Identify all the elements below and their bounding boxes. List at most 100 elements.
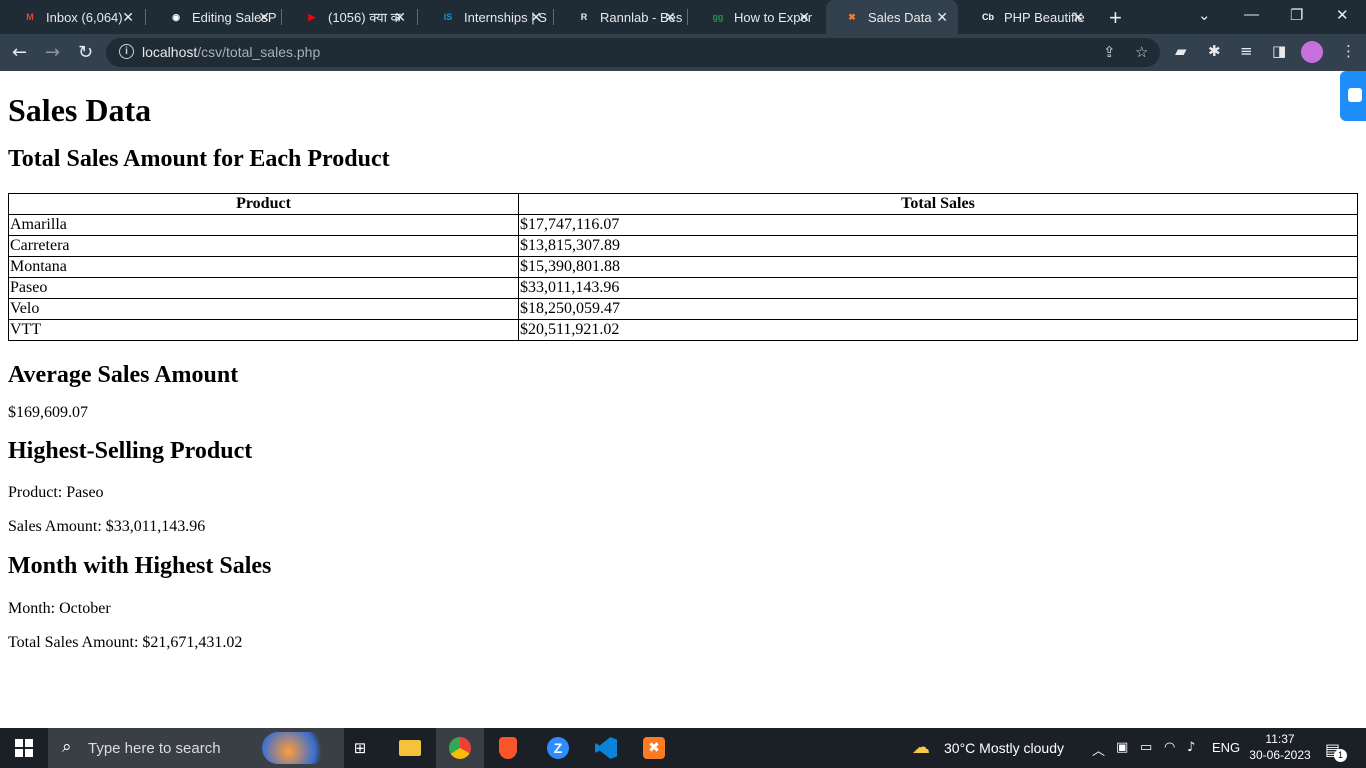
sales-cell: $20,511,921.02 xyxy=(518,319,1358,341)
tab-title: Inbox (6,064) xyxy=(46,9,123,25)
header-total-sales: Total Sales xyxy=(518,193,1358,215)
browser-tab[interactable]: M Inbox (6,064) ✕ xyxy=(4,0,144,34)
search-highlight-icon xyxy=(262,732,328,764)
sales-cell: $15,390,801.88 xyxy=(518,256,1358,278)
github-icon: ◉ xyxy=(172,11,180,22)
browser-tab-bar: M Inbox (6,064) ✕ ◉ Editing SalesP ✕ ▶ (1056) क… xyxy=(0,0,1366,34)
puzzle-extensions-icon[interactable]: ✱ xyxy=(1208,42,1221,60)
highest-month-heading: Month with Highest Sales xyxy=(8,553,272,579)
browser-toolbar: ← → ↻ i localhost/csv/total_sales.php ⇪ … xyxy=(0,34,1366,71)
browser-tab[interactable]: R Rannlab - Bes ✕ xyxy=(558,0,686,34)
header-product: Product xyxy=(8,193,519,215)
close-tab-icon[interactable]: ✕ xyxy=(258,9,270,26)
forward-icon[interactable]: → xyxy=(45,42,60,63)
browser-tab[interactable]: gg How to Expor ✕ xyxy=(692,0,820,34)
bookmark-star-icon[interactable]: ☆ xyxy=(1135,43,1148,61)
xampp-icon: ✖ xyxy=(848,11,856,22)
clock[interactable]: 11:37 30-06-2023 xyxy=(1246,731,1314,763)
minimize-button[interactable]: — xyxy=(1244,6,1259,23)
average-sales-heading: Average Sales Amount xyxy=(8,362,239,388)
extension-icon[interactable]: ▰ xyxy=(1175,42,1187,60)
windows-taskbar: ⌕ Type here to search ⊞ Z ✖ ☁ 30°C Mostl… xyxy=(0,728,1366,768)
chrome-taskbar-icon[interactable] xyxy=(436,728,484,768)
zoom-icon[interactable]: Z xyxy=(540,728,576,768)
close-window-button[interactable]: ✕ xyxy=(1336,6,1349,24)
windows-start-button[interactable] xyxy=(0,728,48,768)
weather-icon: ☁ xyxy=(912,737,930,758)
profile-avatar[interactable] xyxy=(1301,41,1323,63)
brave-icon[interactable] xyxy=(490,728,526,768)
highest-product-text: Product: Paseo xyxy=(8,484,104,501)
geeksforgeeks-icon: gg xyxy=(712,12,724,22)
windows-logo-icon xyxy=(15,739,33,757)
close-tab-icon[interactable]: ✕ xyxy=(664,9,676,26)
site-info-icon[interactable]: i xyxy=(119,44,134,59)
menu-dots-icon[interactable]: ⋮ xyxy=(1341,42,1356,60)
browser-tab[interactable]: ◉ Editing SalesP ✕ xyxy=(150,0,280,34)
browser-tab[interactable]: IS Internships | S ✕ xyxy=(422,0,552,34)
wifi-icon[interactable]: ◠ xyxy=(1164,740,1175,755)
clock-date: 30-06-2023 xyxy=(1249,748,1311,762)
volume-icon[interactable]: ♪ xyxy=(1187,740,1195,755)
side-panel-icon[interactable]: ◨ xyxy=(1272,42,1286,60)
clock-time: 11:37 xyxy=(1265,732,1295,746)
address-bar[interactable]: i localhost/csv/total_sales.php ⇪ ☆ xyxy=(106,38,1160,67)
url-text[interactable]: localhost/csv/total_sales.php xyxy=(142,44,320,60)
close-tab-icon[interactable]: ✕ xyxy=(122,9,134,26)
notification-badge: 1 xyxy=(1334,749,1347,762)
highest-amount-text: Sales Amount: $33,011,143.96 xyxy=(8,518,206,535)
codebeautify-icon: Cb xyxy=(982,12,994,22)
sales-cell: $13,815,307.89 xyxy=(518,235,1358,257)
product-cell: Amarilla xyxy=(8,214,519,236)
tab-search-icon[interactable]: ⌄ xyxy=(1198,6,1211,24)
table-row: Paseo $33,011,143.96 xyxy=(8,277,1358,299)
total-sales-heading: Total Sales Amount for Each Product xyxy=(8,146,390,172)
vscode-icon[interactable] xyxy=(588,728,624,768)
tray-overflow-chevron-icon[interactable]: ︿ xyxy=(1092,740,1105,759)
close-tab-icon[interactable]: ✕ xyxy=(530,9,542,26)
language-indicator[interactable]: ENG xyxy=(1212,740,1240,755)
table-row: Velo $18,250,059.47 xyxy=(8,298,1358,320)
weather-text[interactable]: 30°C Mostly cloudy xyxy=(944,740,1064,756)
table-row: Amarilla $17,747,116.07 xyxy=(8,214,1358,236)
browser-tab[interactable]: ▶ (1056) क्या क ✕ xyxy=(286,0,416,34)
task-view-icon[interactable]: ⊞ xyxy=(342,728,378,768)
product-cell: Velo xyxy=(8,298,519,320)
close-tab-icon[interactable]: ✕ xyxy=(798,9,810,26)
gmail-icon: M xyxy=(26,12,34,22)
restore-button[interactable]: ❐ xyxy=(1290,6,1303,24)
new-tab-button[interactable]: + xyxy=(1109,5,1122,31)
close-tab-icon[interactable]: ✕ xyxy=(394,9,406,26)
share-icon[interactable]: ⇪ xyxy=(1103,43,1116,61)
internshala-icon: IS xyxy=(443,12,453,22)
average-sales-value: $169,609.07 xyxy=(8,404,88,421)
battery-icon[interactable]: ▭ xyxy=(1140,740,1152,755)
table-row: Carretera $13,815,307.89 xyxy=(8,235,1358,257)
taskbar-search-box[interactable]: ⌕ Type here to search xyxy=(48,728,344,768)
xampp-icon[interactable]: ✖ xyxy=(636,728,672,768)
tab-separator xyxy=(687,9,688,25)
search-placeholder: Type here to search xyxy=(88,740,221,757)
table-header-row: Product Total Sales xyxy=(8,193,1358,215)
tab-separator xyxy=(417,9,418,25)
media-control-icon[interactable]: ≡ xyxy=(1240,42,1253,60)
youtube-icon: ▶ xyxy=(308,11,316,22)
highest-month-text: Month: October xyxy=(8,600,111,617)
browser-tab[interactable]: Cb PHP Beautifie ✕ xyxy=(962,0,1094,34)
product-cell: Montana xyxy=(8,256,519,278)
url-host: localhost xyxy=(142,44,198,60)
rannlab-icon: R xyxy=(580,12,588,22)
back-icon[interactable]: ← xyxy=(12,42,27,63)
close-tab-icon[interactable]: ✕ xyxy=(1072,9,1084,26)
reload-icon[interactable]: ↻ xyxy=(78,42,93,63)
product-cell: Paseo xyxy=(8,277,519,299)
sales-cell: $18,250,059.47 xyxy=(518,298,1358,320)
sales-table: Product Total Sales Amarilla $17,747,116.… xyxy=(8,193,1358,341)
browser-tab[interactable]: ✖ Sales Data ✕ xyxy=(826,0,958,34)
meet-now-icon[interactable]: ▣ xyxy=(1116,740,1128,755)
month-amount-text: Total Sales Amount: $21,671,431.02 xyxy=(8,634,243,651)
tab-separator xyxy=(145,9,146,25)
table-row: VTT $20,511,921.02 xyxy=(8,319,1358,341)
close-tab-icon[interactable]: ✕ xyxy=(936,9,948,26)
file-explorer-icon[interactable] xyxy=(392,728,428,768)
